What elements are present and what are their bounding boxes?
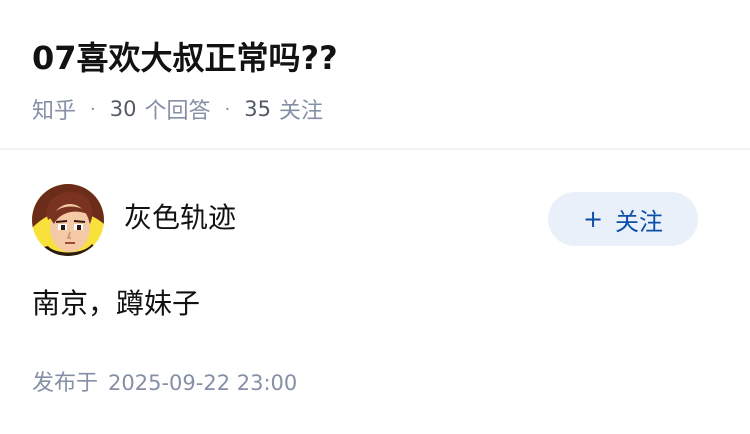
- question-title[interactable]: 07喜欢大叔正常吗??: [32, 36, 338, 80]
- separator-dot: ·: [224, 98, 231, 120]
- author-avatar[interactable]: [32, 184, 104, 256]
- published-label: 发布于: [32, 371, 99, 396]
- question-meta: 知乎 · 30 个回答 · 35 关注: [32, 94, 323, 124]
- question-header: 07喜欢大叔正常吗?? 知乎 · 30 个回答 · 35 关注: [0, 0, 750, 150]
- published-time: 2025-09-22 23:00: [108, 371, 298, 395]
- author-name[interactable]: 灰色轨迹: [124, 200, 236, 236]
- answer-count: 30: [109, 97, 137, 121]
- avatar-image: [32, 184, 104, 256]
- follow-button[interactable]: + 关注: [548, 192, 698, 246]
- answer-timestamp: 发布于 2025-09-22 23:00: [32, 366, 297, 401]
- separator-dot: ·: [90, 98, 96, 120]
- answer-count-label: 个回答: [144, 99, 211, 124]
- follow-button-label: 关注: [615, 207, 664, 236]
- question-page: 07喜欢大叔正常吗?? 知乎 · 30 个回答 · 35 关注 灰色轨迹 + 关…: [0, 0, 750, 434]
- answer-content[interactable]: 南京，蹲妹子: [32, 284, 200, 324]
- follow-count: 35: [244, 97, 271, 121]
- source-label[interactable]: 知乎: [32, 93, 76, 125]
- follow-count-label: 关注: [278, 99, 323, 124]
- plus-icon: +: [582, 205, 604, 233]
